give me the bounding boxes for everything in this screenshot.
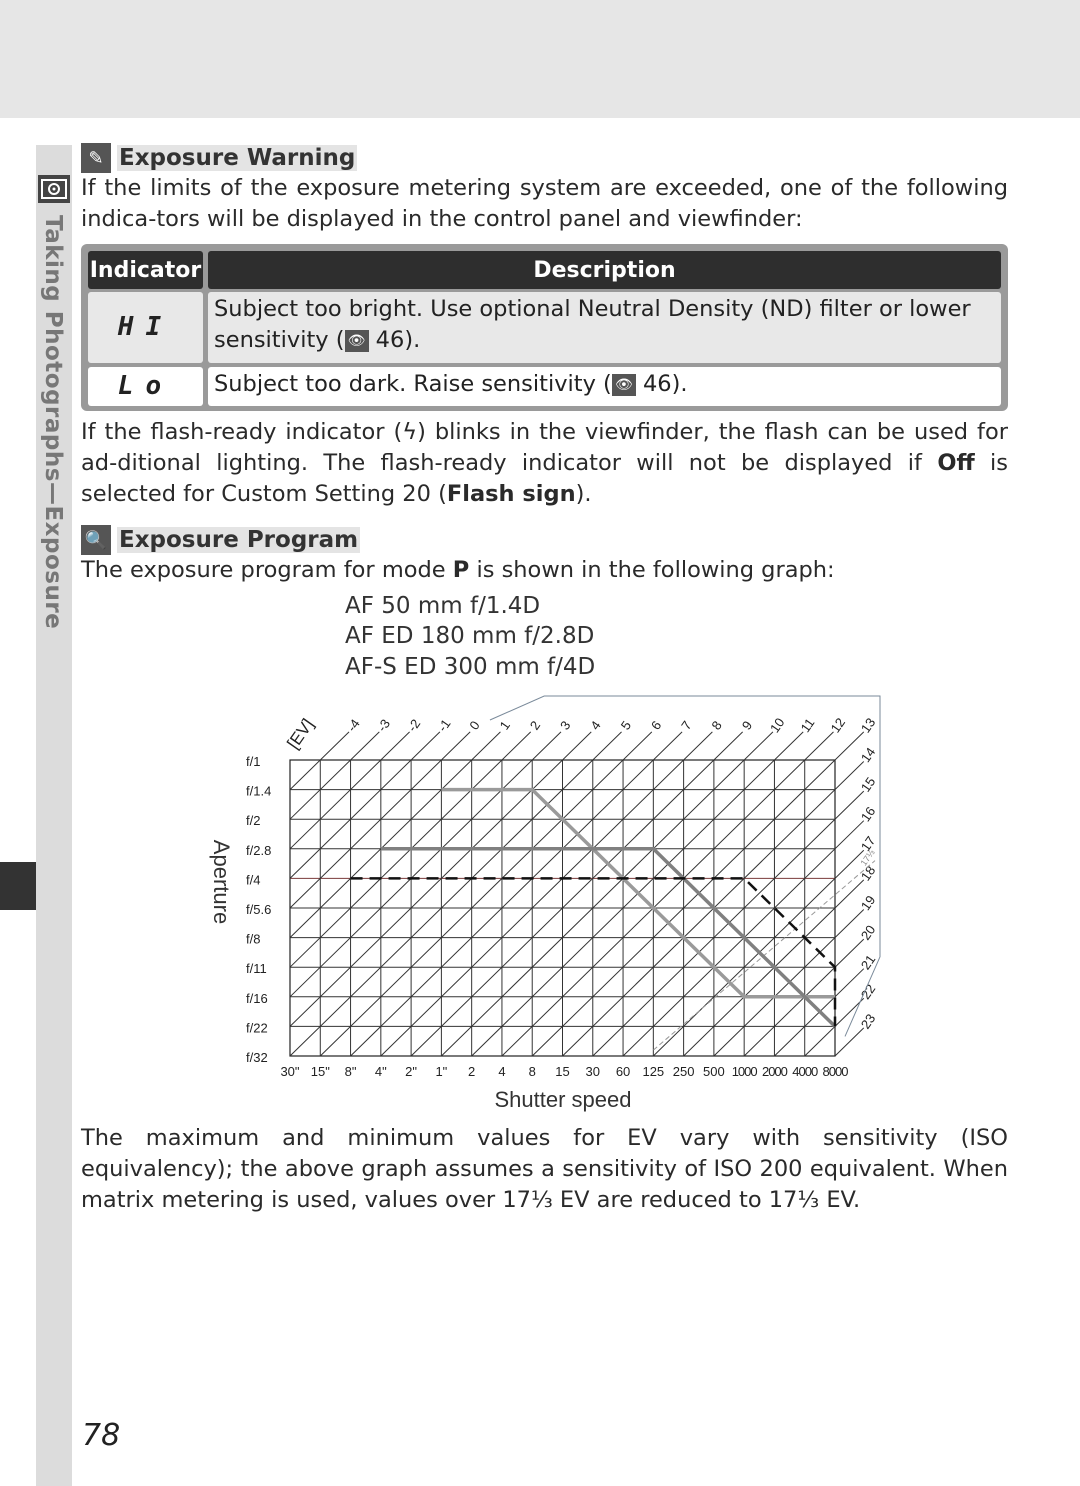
shutter-tick-label: 1000 (732, 1064, 758, 1079)
chart-border (489, 695, 881, 1037)
ev-line (319, 731, 653, 1057)
shutter-tick-label: 125 (642, 1064, 664, 1079)
ev-line (289, 731, 471, 909)
shutter-tick-label: 15" (311, 1064, 330, 1079)
shutter-tick-label: 250 (673, 1064, 695, 1079)
ev-tick-label: 15 (858, 774, 879, 794)
aperture-tick-label: f/8 (246, 932, 260, 947)
aperture-tick-label: f/22 (246, 1020, 268, 1035)
ev-axis-label: [EV] (283, 715, 317, 752)
ev-tick-label: -1 (435, 716, 454, 734)
aperture-tick-label: f/16 (246, 991, 268, 1006)
aperture-tick-label: f/1.4 (246, 784, 271, 799)
shutter-tick-label: 8" (345, 1064, 357, 1079)
shutter-tick-label: 15 (555, 1064, 569, 1079)
aperture-tick-label: f/32 (246, 1050, 268, 1065)
ev-tick-label: 5 (618, 718, 634, 733)
ev-tick-label: 8 (708, 718, 724, 733)
ev-tick-label: 3 (557, 718, 573, 733)
ev-line (501, 731, 834, 1057)
ev-tick-label: 1 (497, 718, 513, 733)
ev-tick-label: 0 (466, 718, 482, 733)
ev-line (289, 731, 501, 938)
ev-tick-label: 2 (527, 718, 543, 733)
shutter-tick-label: 8 (529, 1064, 536, 1079)
ev-tick-label: 19 (858, 893, 879, 913)
ev-tick-label: 16 (858, 804, 879, 824)
ev-line (350, 731, 683, 1057)
aperture-tick-label: f/2.8 (246, 843, 271, 858)
aperture-tick-label: f/4 (246, 872, 260, 887)
ev-tick-label: -2 (404, 716, 423, 734)
shutter-tick-label: 2" (405, 1064, 417, 1079)
x-axis-label: Shutter speed (495, 1087, 632, 1112)
ev-line (441, 731, 774, 1057)
ev-limit-label: 17⅓ (858, 847, 877, 867)
shutter-tick-label: 30 (586, 1064, 600, 1079)
aperture-tick-label: f/1 (246, 754, 260, 769)
ev-tick-label: 21 (858, 952, 879, 972)
ev-tick-label: 4 (587, 718, 603, 733)
exposure-program-chart: -4 -3 -2 -1 0 1 2 3 4 5 6 7 8 9 10 11 12 1314151617181920… (209, 695, 881, 1112)
ev-tick-label: -3 (374, 716, 393, 734)
ev-tick-label: 14 (858, 745, 879, 765)
ev-tick-label: 13 (858, 715, 879, 735)
shutter-tick-label: 500 (703, 1064, 725, 1079)
aperture-tick-label: f/11 (246, 961, 267, 976)
shutter-tick-label: 1" (435, 1064, 447, 1079)
ev-tick-label: 23 (858, 1011, 879, 1031)
ev-tick-label: 9 (739, 718, 755, 733)
ev-tick-label: 11 (798, 715, 818, 735)
ev-tick-label: 6 (648, 718, 664, 733)
aperture-tick-label: f/2 (246, 813, 260, 828)
shutter-tick-label: 60 (616, 1064, 630, 1079)
ev-line (289, 731, 410, 850)
ev-tick-label: -4 (344, 716, 363, 734)
ev-line (410, 731, 744, 1057)
ev-line (289, 731, 441, 879)
y-axis-label: Aperture (209, 840, 234, 924)
ev-line (289, 731, 562, 998)
shutter-tick-label: 2000 (762, 1064, 788, 1079)
shutter-tick-label: 2 (468, 1064, 475, 1079)
closing-paragraph: The maximum and minimum values for EV va… (81, 1125, 1008, 1213)
shutter-tick-label: 4000 (792, 1064, 818, 1079)
shutter-tick-label: 4 (498, 1064, 505, 1079)
shutter-tick-label: 30" (280, 1064, 299, 1079)
aperture-tick-label: f/5.6 (246, 902, 271, 917)
ev-line (289, 731, 622, 1057)
ev-tick-label: 12 (828, 715, 849, 735)
page-number: 78 (82, 1418, 121, 1453)
ev-line (380, 731, 713, 1057)
ev-tick-label: 20 (858, 922, 879, 942)
ev-tick-label: 10 (767, 715, 788, 735)
ev-tick-label: 7 (678, 718, 694, 733)
shutter-tick-label: 8000 (823, 1064, 849, 1079)
shutter-tick-label: 4" (375, 1064, 387, 1079)
ev-line (834, 1027, 865, 1057)
